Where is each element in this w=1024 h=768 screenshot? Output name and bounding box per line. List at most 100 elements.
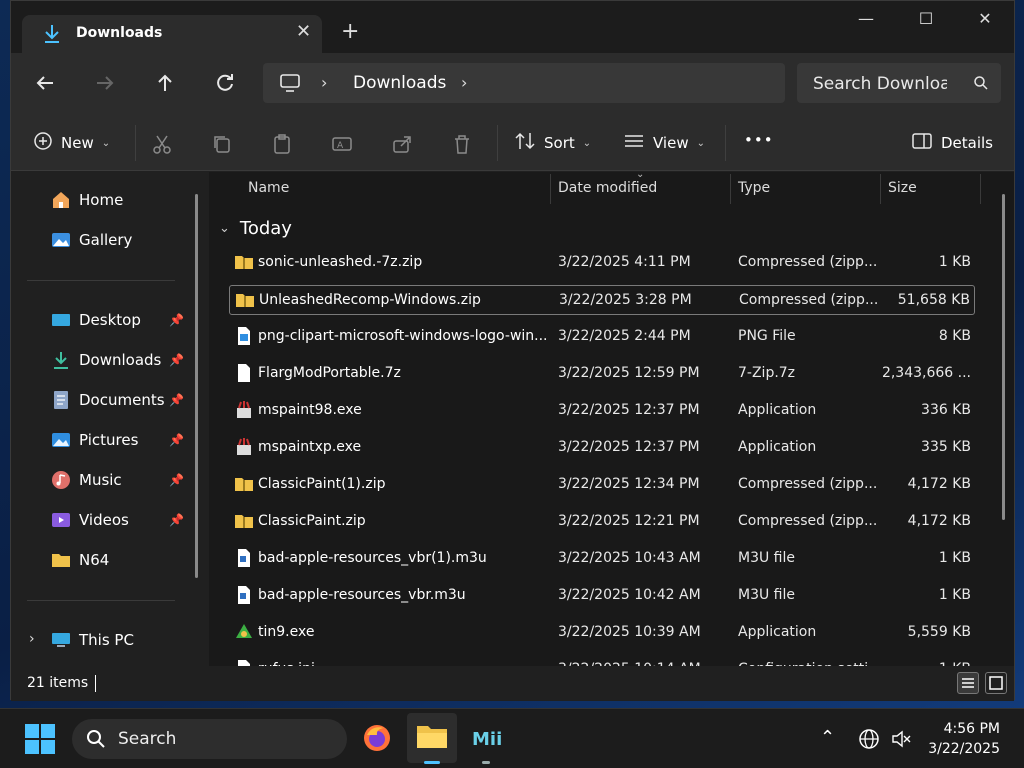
column-divider[interactable] xyxy=(880,174,881,204)
forward-arrow-icon[interactable] xyxy=(93,71,117,95)
table-row[interactable]: png-clipart-microsoft-windows-logo-win..… xyxy=(229,322,975,352)
column-divider[interactable] xyxy=(550,174,551,204)
column-header-date[interactable]: Date modified xyxy=(558,180,657,196)
pin-icon[interactable]: 📌 xyxy=(169,473,184,487)
pictures-icon xyxy=(51,430,71,450)
file-size: 335 KB xyxy=(921,439,971,455)
file-size: 1 KB xyxy=(861,661,971,666)
maximize-button[interactable]: ☐ xyxy=(903,9,949,33)
new-button[interactable]: New ⌄ xyxy=(33,131,110,155)
file-explorer-taskbar-button[interactable] xyxy=(407,713,457,763)
computer-icon[interactable] xyxy=(279,72,301,98)
search-input[interactable]: Search Downloads xyxy=(797,63,1001,103)
up-arrow-icon[interactable] xyxy=(153,71,177,95)
pin-icon[interactable]: 📌 xyxy=(169,433,184,447)
file-date: 3/22/2025 12:21 PM xyxy=(558,513,700,529)
png-file-icon xyxy=(234,326,254,346)
sidebar-item-home[interactable]: Home xyxy=(51,185,191,215)
back-arrow-icon[interactable] xyxy=(33,71,57,95)
blank-file-icon xyxy=(234,363,254,383)
paste-icon[interactable] xyxy=(271,133,293,155)
address-bar[interactable]: › Downloads › xyxy=(263,63,785,103)
new-tab-button[interactable]: + xyxy=(341,21,359,43)
table-row[interactable]: FlargModPortable.7z 3/22/2025 12:59 PM 7-Z… xyxy=(229,359,975,389)
column-divider[interactable] xyxy=(730,174,731,204)
windows-start-icon[interactable] xyxy=(24,723,56,759)
sidebar-item-this-pc[interactable]: This PC xyxy=(51,625,191,655)
copy-icon[interactable] xyxy=(211,133,233,155)
sidebar-item-n64[interactable]: N64 xyxy=(51,545,191,575)
taskbar-search[interactable]: Search xyxy=(72,719,347,759)
search-icon xyxy=(86,729,106,753)
share-icon[interactable] xyxy=(391,133,413,155)
speaker-muted-icon[interactable] xyxy=(890,728,912,754)
file-name: sonic-unleashed.-7z.zip xyxy=(258,254,423,270)
clock-date: 3/22/2025 xyxy=(928,741,1000,757)
firefox-icon[interactable] xyxy=(362,723,392,757)
table-row[interactable]: mspaintxp.exe 3/22/2025 12:37 PM Applicati… xyxy=(229,433,975,463)
column-header-size[interactable]: Size xyxy=(888,180,917,196)
view-label: View xyxy=(653,134,689,152)
breadcrumb-downloads[interactable]: Downloads xyxy=(353,73,446,93)
table-row[interactable]: tin9.exe 3/22/2025 10:39 AM Application 5,5… xyxy=(229,618,975,648)
column-header-type[interactable]: Type xyxy=(738,180,770,196)
file-list-scrollbar[interactable] xyxy=(1002,194,1005,520)
table-row[interactable]: sonic-unleashed.-7z.zip 3/22/2025 4:11 PM… xyxy=(229,248,975,278)
file-name: ClassicPaint(1).zip xyxy=(258,476,386,492)
file-type: M3U file xyxy=(738,550,796,566)
file-name: mspaint98.exe xyxy=(258,402,362,418)
tiles-view-icon[interactable] xyxy=(985,672,1007,694)
column-header-name[interactable]: Name xyxy=(248,180,289,196)
chevron-right-icon[interactable]: › xyxy=(321,73,327,92)
chevron-up-icon[interactable]: ⌃ xyxy=(820,727,835,748)
rename-icon[interactable]: A xyxy=(331,133,353,155)
refresh-icon[interactable] xyxy=(213,71,237,95)
close-tab-icon[interactable]: ✕ xyxy=(296,21,311,42)
home-icon xyxy=(51,190,71,210)
pin-icon[interactable]: 📌 xyxy=(169,393,184,407)
cut-icon[interactable] xyxy=(151,133,173,155)
file-date: 3/22/2025 12:37 PM xyxy=(558,439,700,455)
sort-button[interactable]: Sort ⌄ xyxy=(514,131,591,155)
details-pane-icon xyxy=(911,131,933,155)
file-size: 1 KB xyxy=(938,587,971,603)
status-divider xyxy=(95,675,96,692)
view-button[interactable]: View ⌄ xyxy=(623,131,705,155)
table-row[interactable]: UnleashedRecomp-Windows.zip 3/22/2025 3:2… xyxy=(229,285,975,315)
details-view-icon[interactable] xyxy=(957,672,979,694)
pin-icon[interactable]: 📌 xyxy=(169,513,184,527)
table-row[interactable]: bad-apple-resources_vbr.m3u 3/22/2025 10:… xyxy=(229,581,975,611)
system-clock[interactable]: 4:56 PM 3/22/2025 xyxy=(928,719,1000,759)
folder-icon xyxy=(416,722,448,756)
pin-icon[interactable]: 📌 xyxy=(169,353,184,367)
music-icon xyxy=(51,470,71,490)
sidebar-item-gallery[interactable]: Gallery xyxy=(51,225,191,255)
mii-app-icon[interactable]: Mii xyxy=(472,725,502,755)
more-options-button[interactable]: ••• xyxy=(744,131,774,149)
table-row[interactable]: mspaint98.exe 3/22/2025 12:37 PM Applicati… xyxy=(229,396,975,426)
sidebar-scrollbar[interactable] xyxy=(195,194,198,578)
table-row[interactable]: ClassicPaint.zip 3/22/2025 12:21 PM Compre… xyxy=(229,507,975,537)
zip-folder-icon xyxy=(235,290,255,310)
delete-icon[interactable] xyxy=(451,133,473,155)
table-row[interactable]: ClassicPaint(1).zip 3/22/2025 12:34 PM Com… xyxy=(229,470,975,500)
group-header-today[interactable]: ⌄ Today xyxy=(219,218,292,239)
minimize-button[interactable]: — xyxy=(843,9,889,33)
details-button[interactable]: Details xyxy=(911,131,993,155)
pin-icon[interactable]: 📌 xyxy=(169,313,184,327)
playlist-file-icon xyxy=(234,585,254,605)
expand-chevron-icon[interactable]: › xyxy=(29,631,35,647)
close-window-button[interactable]: ✕ xyxy=(962,9,1008,33)
file-name: UnleashedRecomp-Windows.zip xyxy=(259,292,481,308)
desktop-icon xyxy=(51,310,71,330)
tab-downloads[interactable]: Downloads ✕ xyxy=(22,15,322,53)
chevron-right-icon[interactable]: › xyxy=(461,73,467,92)
table-row[interactable]: bad-apple-resources_vbr(1).m3u 3/22/2025 … xyxy=(229,544,975,574)
network-globe-icon[interactable] xyxy=(858,728,880,754)
sidebar-item-label: N64 xyxy=(79,551,110,569)
tin-app-icon xyxy=(234,622,254,642)
table-row[interactable]: rufus.ini 3/22/2025 10:14 AM Configuration… xyxy=(229,655,975,666)
address-row: › Downloads › Search Downloads xyxy=(11,53,1014,113)
file-name: bad-apple-resources_vbr(1).m3u xyxy=(258,550,487,566)
column-divider[interactable] xyxy=(980,174,981,204)
